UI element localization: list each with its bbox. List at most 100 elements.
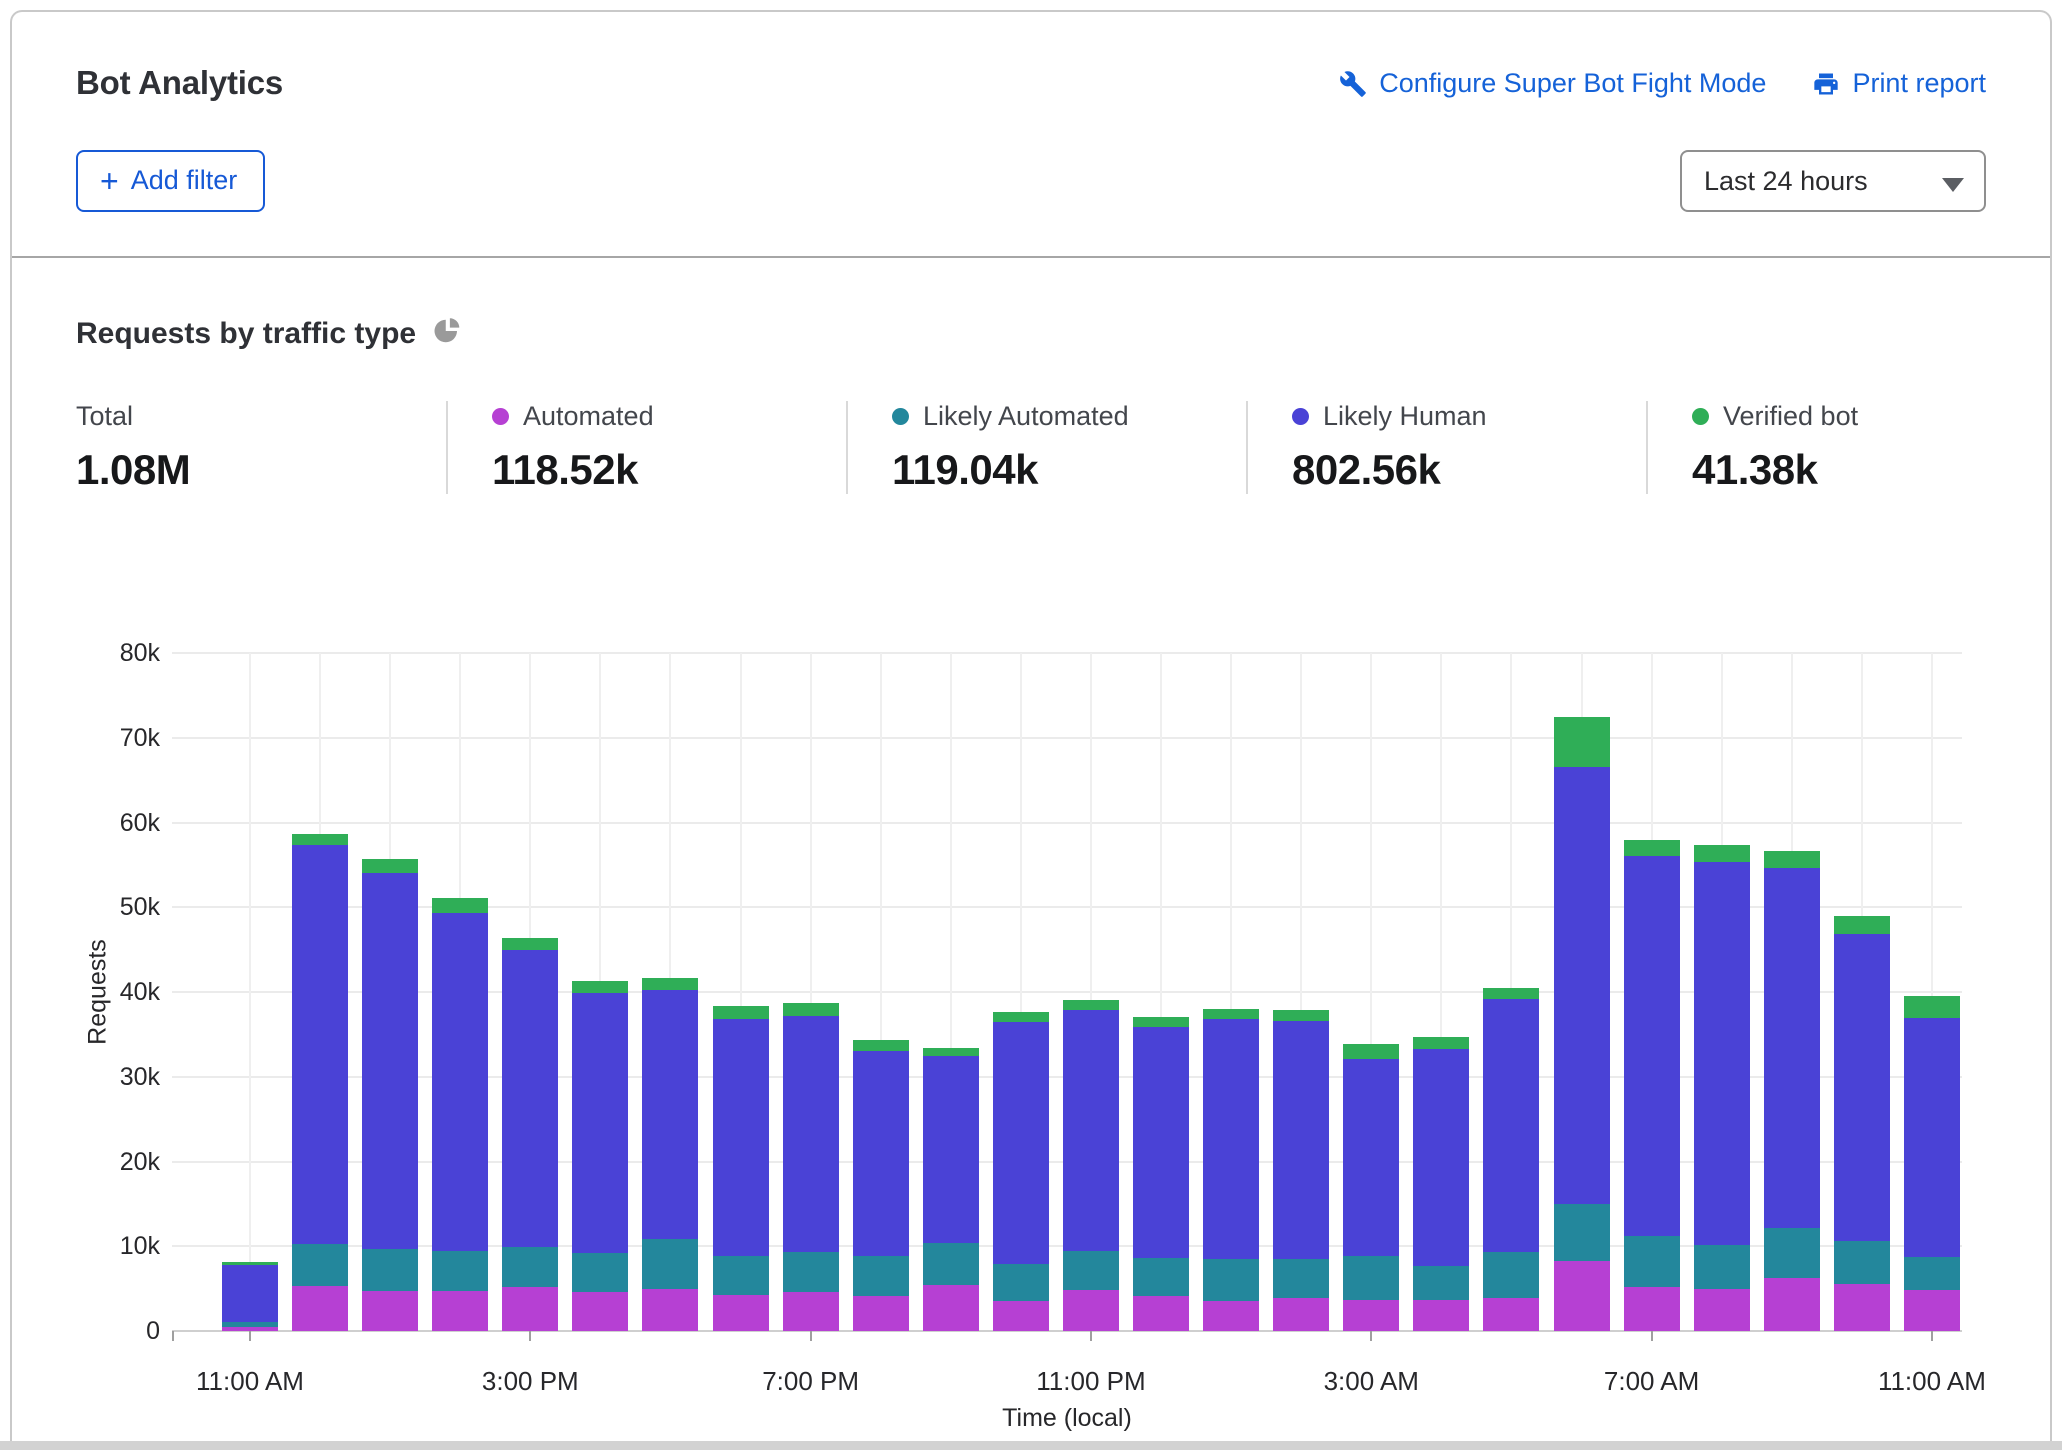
bar-segment-likely-human[interactable]	[1764, 868, 1820, 1228]
bar-segment-automated[interactable]	[1904, 1290, 1960, 1331]
bar-segment-verified-bot[interactable]	[783, 1003, 839, 1016]
bar-segment-verified-bot[interactable]	[1554, 717, 1610, 766]
bar-segment-likely-automated[interactable]	[1413, 1266, 1469, 1300]
bar-segment-likely-automated[interactable]	[1203, 1259, 1259, 1301]
bar-segment-likely-human[interactable]	[1413, 1049, 1469, 1266]
bar-segment-likely-automated[interactable]	[853, 1256, 909, 1297]
bar-segment-verified-bot[interactable]	[642, 978, 698, 991]
bar-segment-automated[interactable]	[923, 1285, 979, 1331]
bar-segment-likely-automated[interactable]	[923, 1243, 979, 1285]
bar-segment-likely-human[interactable]	[1343, 1059, 1399, 1256]
bar-segment-likely-human[interactable]	[713, 1019, 769, 1255]
bar-segment-verified-bot[interactable]	[222, 1262, 278, 1265]
bar-segment-verified-bot[interactable]	[923, 1048, 979, 1056]
bar-segment-likely-human[interactable]	[642, 990, 698, 1239]
bar-segment-likely-human[interactable]	[432, 913, 488, 1250]
bar-segment-automated[interactable]	[1834, 1284, 1890, 1331]
add-filter-button[interactable]: + Add filter	[76, 150, 265, 212]
bar-segment-verified-bot[interactable]	[1483, 988, 1539, 999]
bar-segment-likely-human[interactable]	[923, 1056, 979, 1242]
bar-segment-likely-automated[interactable]	[502, 1247, 558, 1287]
bar-segment-likely-automated[interactable]	[1694, 1245, 1750, 1290]
bar-segment-likely-automated[interactable]	[1764, 1228, 1820, 1278]
bar-segment-automated[interactable]	[292, 1286, 348, 1331]
bar-segment-automated[interactable]	[1203, 1301, 1259, 1332]
bar-segment-automated[interactable]	[1343, 1300, 1399, 1331]
bar-segment-likely-automated[interactable]	[362, 1249, 418, 1291]
bar-segment-likely-human[interactable]	[572, 993, 628, 1253]
bar-segment-automated[interactable]	[1554, 1261, 1610, 1331]
bar-segment-verified-bot[interactable]	[1834, 916, 1890, 935]
bar-segment-likely-human[interactable]	[1694, 862, 1750, 1244]
print-report-link[interactable]: Print report	[1812, 68, 1986, 99]
bar-segment-automated[interactable]	[713, 1295, 769, 1331]
bar-segment-likely-automated[interactable]	[1273, 1259, 1329, 1298]
bar-segment-verified-bot[interactable]	[993, 1012, 1049, 1022]
bar-segment-likely-automated[interactable]	[1483, 1252, 1539, 1298]
bar-segment-automated[interactable]	[993, 1301, 1049, 1332]
bar-segment-automated[interactable]	[1764, 1278, 1820, 1331]
bar-segment-likely-human[interactable]	[1273, 1021, 1329, 1259]
time-range-dropdown[interactable]: Last 24 hours	[1680, 150, 1986, 212]
bar-segment-verified-bot[interactable]	[1133, 1017, 1189, 1027]
bar-segment-automated[interactable]	[853, 1296, 909, 1331]
bar-segment-automated[interactable]	[502, 1287, 558, 1331]
bar-segment-automated[interactable]	[783, 1292, 839, 1331]
bar-segment-likely-human[interactable]	[853, 1051, 909, 1255]
bar-segment-likely-automated[interactable]	[1063, 1251, 1119, 1290]
bar-segment-likely-human[interactable]	[362, 873, 418, 1248]
bar-segment-verified-bot[interactable]	[853, 1040, 909, 1051]
bar-segment-verified-bot[interactable]	[292, 834, 348, 845]
bar-segment-likely-human[interactable]	[502, 950, 558, 1247]
bar-segment-automated[interactable]	[432, 1291, 488, 1331]
bar-segment-likely-automated[interactable]	[292, 1244, 348, 1286]
bar-segment-automated[interactable]	[1413, 1300, 1469, 1331]
bar-segment-verified-bot[interactable]	[1624, 840, 1680, 856]
bar-segment-likely-human[interactable]	[1624, 856, 1680, 1236]
bar-segment-verified-bot[interactable]	[1413, 1037, 1469, 1049]
bar-segment-likely-automated[interactable]	[432, 1251, 488, 1292]
bar-segment-likely-automated[interactable]	[1554, 1204, 1610, 1261]
bar-segment-likely-automated[interactable]	[713, 1256, 769, 1296]
bar-segment-verified-bot[interactable]	[502, 938, 558, 951]
bar-segment-automated[interactable]	[1694, 1289, 1750, 1331]
bar-segment-verified-bot[interactable]	[1273, 1010, 1329, 1021]
bar-segment-likely-human[interactable]	[1483, 999, 1539, 1252]
bar-segment-likely-automated[interactable]	[993, 1264, 1049, 1300]
bar-segment-automated[interactable]	[1624, 1287, 1680, 1331]
bar-segment-likely-automated[interactable]	[1624, 1236, 1680, 1287]
bar-segment-automated[interactable]	[1483, 1298, 1539, 1331]
bar-segment-verified-bot[interactable]	[1904, 996, 1960, 1018]
bar-segment-likely-human[interactable]	[993, 1022, 1049, 1264]
bar-segment-likely-automated[interactable]	[642, 1239, 698, 1288]
bar-segment-verified-bot[interactable]	[1764, 851, 1820, 868]
bar-segment-likely-human[interactable]	[1063, 1010, 1119, 1252]
bar-segment-automated[interactable]	[572, 1292, 628, 1331]
bar-segment-likely-human[interactable]	[783, 1016, 839, 1252]
bar-segment-verified-bot[interactable]	[1343, 1044, 1399, 1059]
bar-segment-likely-human[interactable]	[1554, 767, 1610, 1204]
bar-segment-likely-human[interactable]	[1203, 1019, 1259, 1259]
bar-segment-likely-automated[interactable]	[222, 1322, 278, 1327]
bar-segment-likely-automated[interactable]	[1133, 1258, 1189, 1296]
bar-segment-likely-automated[interactable]	[783, 1252, 839, 1292]
configure-super-bot-fight-mode-link[interactable]: Configure Super Bot Fight Mode	[1339, 68, 1766, 99]
bar-segment-verified-bot[interactable]	[1203, 1009, 1259, 1019]
bar-segment-verified-bot[interactable]	[1694, 845, 1750, 863]
bar-segment-likely-automated[interactable]	[1834, 1241, 1890, 1283]
bar-segment-likely-human[interactable]	[222, 1265, 278, 1322]
bar-segment-likely-human[interactable]	[1904, 1018, 1960, 1257]
bar-segment-automated[interactable]	[1063, 1290, 1119, 1331]
bar-segment-verified-bot[interactable]	[1063, 1000, 1119, 1010]
bar-segment-automated[interactable]	[1273, 1298, 1329, 1331]
bar-segment-verified-bot[interactable]	[362, 859, 418, 873]
bar-segment-automated[interactable]	[642, 1289, 698, 1331]
bar-segment-likely-human[interactable]	[292, 845, 348, 1243]
bar-segment-likely-human[interactable]	[1133, 1027, 1189, 1258]
bar-segment-automated[interactable]	[1133, 1296, 1189, 1331]
bar-segment-likely-human[interactable]	[1834, 934, 1890, 1241]
bar-segment-verified-bot[interactable]	[713, 1006, 769, 1020]
bar-segment-likely-automated[interactable]	[1904, 1257, 1960, 1290]
bar-segment-verified-bot[interactable]	[572, 981, 628, 993]
bar-segment-likely-automated[interactable]	[572, 1253, 628, 1292]
